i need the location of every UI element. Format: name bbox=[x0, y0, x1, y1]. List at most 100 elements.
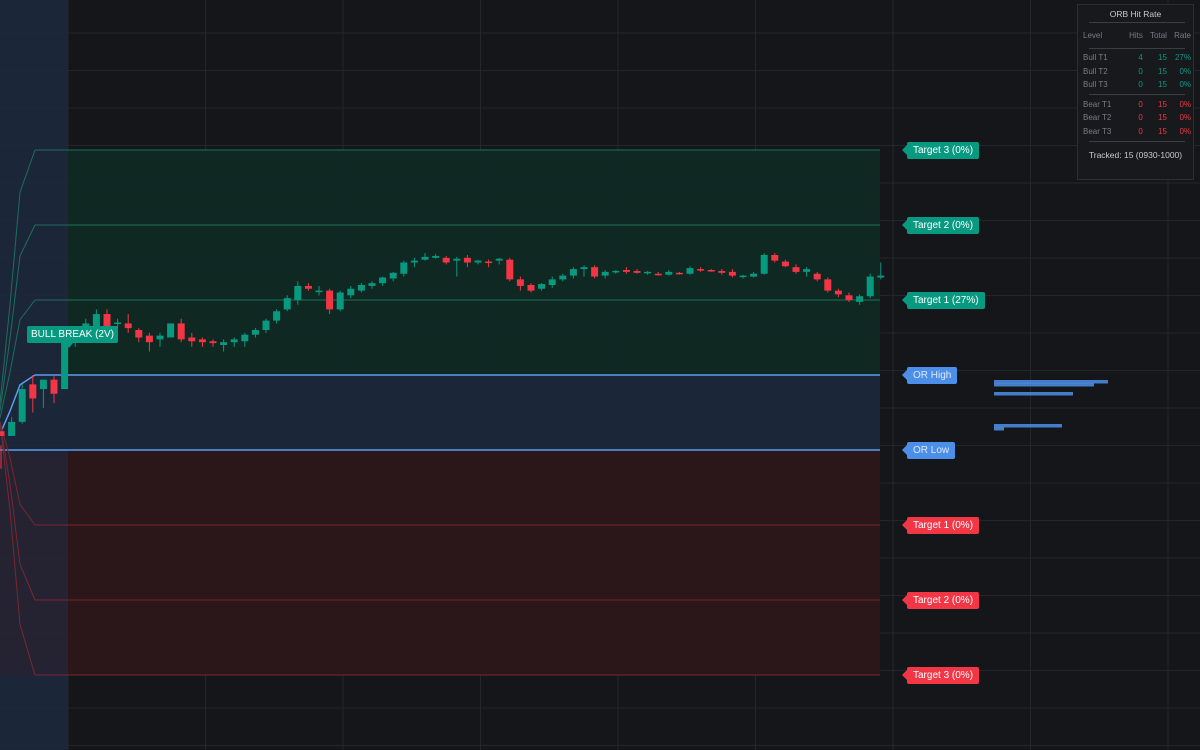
target-zones bbox=[0, 149, 880, 676]
candle-body bbox=[114, 322, 122, 324]
candle-body bbox=[728, 271, 736, 276]
price-chart[interactable] bbox=[0, 0, 1200, 750]
table-row: Bear T2 0 15 0% bbox=[1083, 111, 1191, 125]
row-label: Bull T2 bbox=[1083, 66, 1108, 76]
row-hits: 0 bbox=[1138, 99, 1143, 109]
candle-body bbox=[400, 262, 408, 274]
candle-body bbox=[718, 270, 726, 273]
candle-body bbox=[230, 339, 238, 343]
candle-body bbox=[39, 379, 47, 390]
candle-body bbox=[241, 334, 249, 342]
candle-body bbox=[559, 275, 567, 280]
bull-candle bbox=[167, 323, 175, 338]
profile-bar bbox=[994, 383, 1094, 387]
bull-candle bbox=[760, 253, 768, 275]
candle-body bbox=[771, 255, 779, 261]
row-label: Bull T1 bbox=[1083, 53, 1108, 63]
candle-body bbox=[803, 269, 811, 272]
candle-body bbox=[432, 255, 440, 258]
candle-body bbox=[580, 267, 588, 270]
candle-body bbox=[304, 285, 312, 289]
table-row: Bull T2 0 15 0% bbox=[1083, 65, 1191, 79]
hit-rate-table: Level Hits Total Rate Bull T1 4 15 27% B… bbox=[1083, 19, 1191, 144]
col-hits: Hits bbox=[1129, 30, 1143, 40]
row-total: 15 bbox=[1158, 126, 1167, 136]
candle-body bbox=[834, 290, 842, 295]
row-hits: 0 bbox=[1138, 126, 1143, 136]
bear-target-1-tag: Target 1 (0%) bbox=[901, 516, 980, 534]
bear-zone bbox=[68, 450, 880, 675]
table-row: Bull T1 4 15 27% bbox=[1083, 51, 1191, 65]
or-high-tag: OR High bbox=[901, 366, 958, 384]
row-hits: 0 bbox=[1138, 80, 1143, 90]
row-total: 15 bbox=[1158, 80, 1167, 90]
profile-bar bbox=[994, 380, 1108, 384]
profile-bar bbox=[994, 427, 1004, 431]
bear-candle bbox=[591, 265, 599, 279]
candle-body bbox=[145, 335, 153, 343]
col-total: Total bbox=[1150, 30, 1167, 40]
row-total: 15 bbox=[1158, 66, 1167, 76]
panel-footer: Tracked: 15 (0930-1000) bbox=[1088, 150, 1183, 160]
candle-body bbox=[697, 269, 705, 271]
candle-body bbox=[675, 272, 683, 275]
candle-body bbox=[273, 311, 281, 321]
candle-body bbox=[124, 323, 132, 329]
candle-body bbox=[135, 330, 143, 338]
candle-body bbox=[633, 270, 641, 273]
candle-body bbox=[326, 290, 334, 310]
orb-hit-rate-panel: ORB Hit Rate Level Hits Total Rate Bull … bbox=[1077, 4, 1194, 180]
candle-body bbox=[315, 290, 323, 293]
row-rate: 0% bbox=[1179, 66, 1191, 76]
candle-body bbox=[591, 267, 599, 277]
row-rate: 0% bbox=[1179, 80, 1191, 90]
candle-body bbox=[463, 257, 471, 263]
candle-body bbox=[612, 270, 620, 273]
table-row: Bull T3 0 15 0% bbox=[1083, 78, 1191, 92]
candle-body bbox=[389, 272, 397, 279]
candle-body bbox=[50, 379, 58, 394]
candle-body bbox=[8, 421, 16, 436]
bull-target-1-tag: Target 1 (27%) bbox=[902, 291, 985, 309]
candle-body bbox=[188, 337, 196, 342]
candle-body bbox=[707, 270, 715, 272]
row-label: Bear T1 bbox=[1083, 99, 1112, 109]
bull-break-label: BULL BREAK (2V) bbox=[27, 326, 118, 348]
bull-candle bbox=[336, 290, 344, 312]
candle-body bbox=[622, 270, 630, 272]
row-total: 15 bbox=[1158, 99, 1167, 109]
candle-body bbox=[474, 260, 482, 263]
candle-body bbox=[506, 259, 514, 280]
candle-body bbox=[856, 296, 864, 302]
candle-body bbox=[601, 271, 609, 276]
candle-body bbox=[262, 320, 270, 330]
candle-body bbox=[220, 342, 228, 345]
bear-target-3-tag: Target 3 (0%) bbox=[901, 666, 980, 684]
row-total: 15 bbox=[1158, 53, 1167, 63]
table-row: Bear T3 0 15 0% bbox=[1083, 125, 1191, 139]
candle-body bbox=[527, 285, 535, 291]
candle-body bbox=[379, 277, 387, 284]
candle-body bbox=[209, 341, 217, 344]
row-label: Bear T3 bbox=[1083, 126, 1112, 136]
or-low-tag: OR Low bbox=[901, 441, 956, 459]
candle-body bbox=[665, 271, 673, 275]
profile-bar bbox=[994, 392, 1073, 396]
candle-body bbox=[198, 339, 206, 343]
candle-body bbox=[877, 275, 885, 278]
candle-body bbox=[251, 330, 259, 335]
candle-body bbox=[29, 384, 37, 399]
row-rate: 0% bbox=[1179, 99, 1191, 109]
candle-body bbox=[548, 279, 556, 285]
bull-candle bbox=[866, 273, 874, 299]
candle-body bbox=[866, 276, 874, 297]
candle-body bbox=[760, 255, 768, 274]
volume-profile-bars bbox=[994, 380, 1108, 431]
table-row: Bear T1 0 15 0% bbox=[1083, 98, 1191, 112]
col-level: Level bbox=[1083, 30, 1103, 40]
candle-body bbox=[283, 298, 291, 310]
candle-body bbox=[368, 283, 376, 286]
candle-body bbox=[294, 285, 302, 300]
candle-body bbox=[410, 260, 418, 263]
opening-range-zone bbox=[68, 375, 880, 450]
